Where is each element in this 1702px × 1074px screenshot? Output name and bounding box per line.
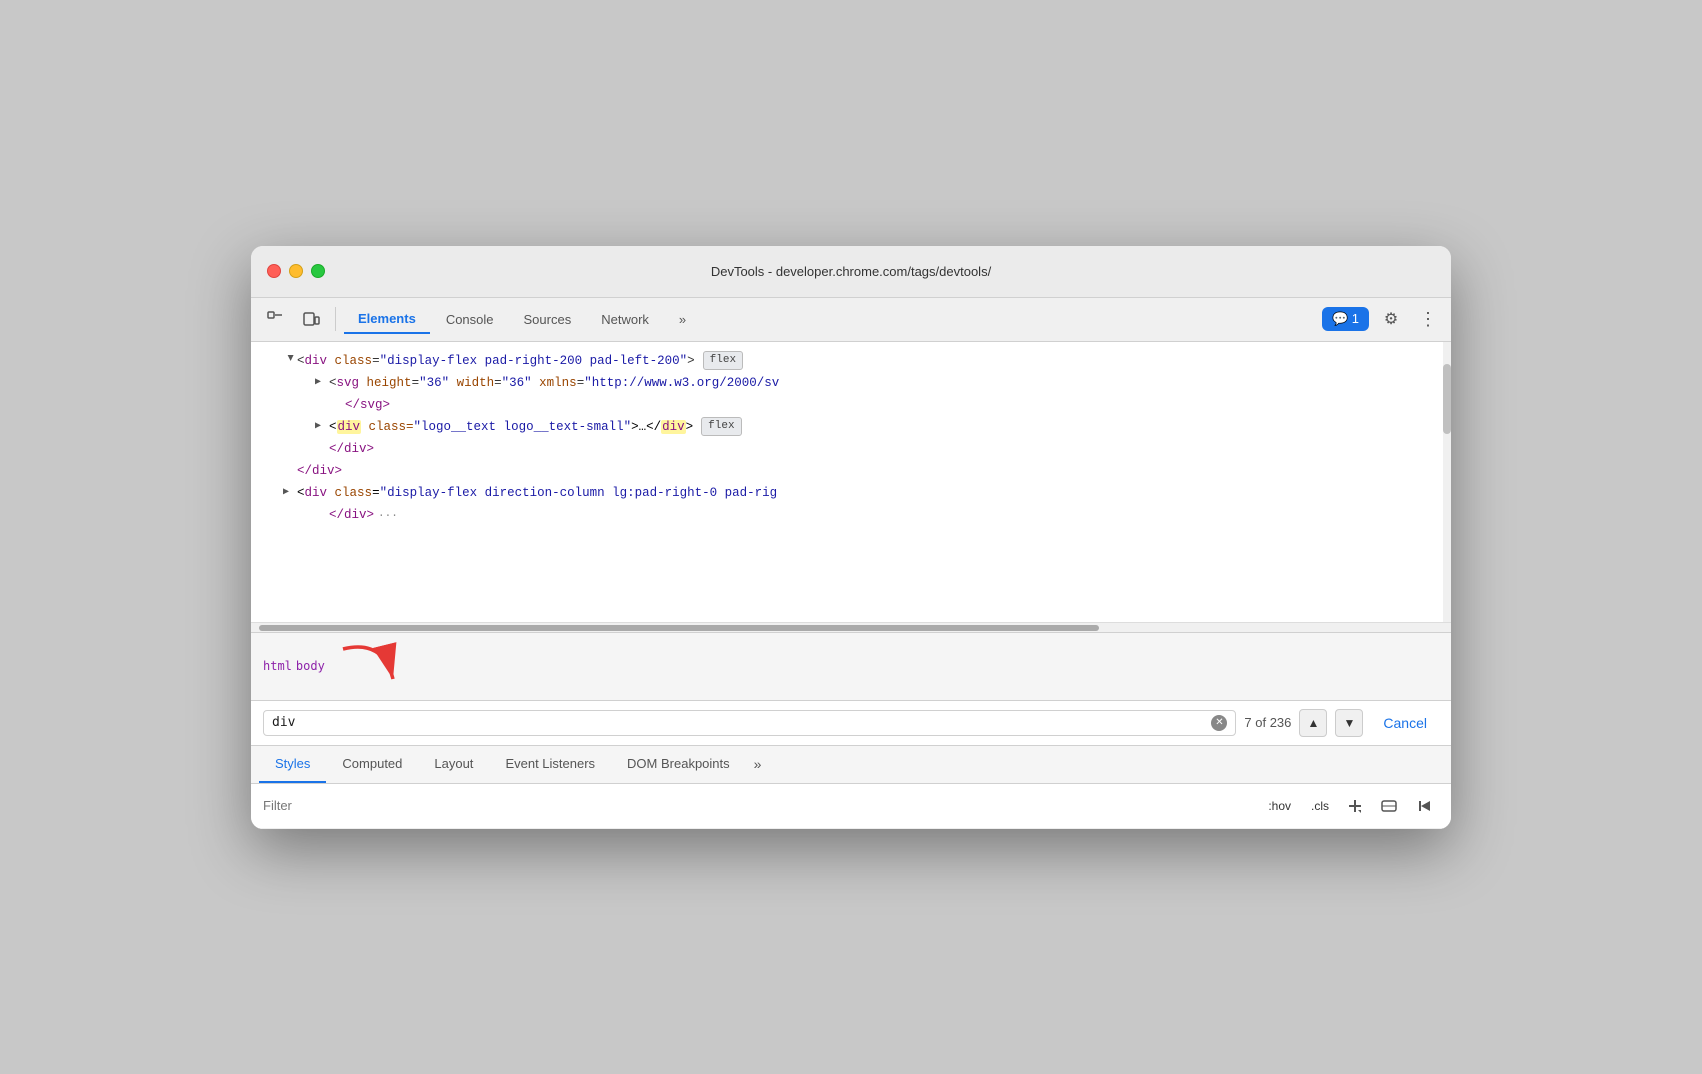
breadcrumb-bar: html body (251, 632, 1451, 701)
more-tabs-button[interactable]: » (746, 752, 770, 776)
close-button[interactable] (267, 264, 281, 278)
traffic-lights (267, 264, 325, 278)
tab-dom-breakpoints[interactable]: DOM Breakpoints (611, 746, 746, 783)
flex-badge: flex (701, 417, 741, 437)
inspect-element-button[interactable] (259, 303, 291, 335)
code-text: <div class="display-flex direction-colum… (297, 483, 777, 503)
search-current: 7 (1244, 715, 1251, 730)
breadcrumb-body[interactable]: body (296, 659, 325, 673)
bottom-panel-tabs: Styles Computed Layout Event Listeners D… (251, 746, 1451, 784)
elements-code-view[interactable]: ▶ <div class="display-flex pad-right-200… (251, 342, 1451, 622)
code-text: </div> (329, 505, 374, 525)
new-style-rule-button[interactable] (1411, 792, 1439, 820)
horizontal-scrollbar-track[interactable] (251, 622, 1451, 632)
title-bar: DevTools - developer.chrome.com/tags/dev… (251, 246, 1451, 298)
tab-console[interactable]: Console (432, 306, 508, 333)
html-line[interactable]: ▶ </div> ... (251, 504, 1451, 526)
devtools-window: DevTools - developer.chrome.com/tags/dev… (251, 246, 1451, 829)
search-count: 7 of 236 (1244, 715, 1291, 730)
triangle-icon: ▶ (315, 375, 327, 391)
tab-styles[interactable]: Styles (259, 746, 326, 783)
gear-icon: ⚙ (1384, 309, 1398, 329)
tab-network[interactable]: Network (587, 306, 663, 333)
plus-icon (1346, 797, 1364, 815)
filter-label: Filter (263, 798, 1254, 813)
code-text: <div class="logo__text logo__text-small"… (329, 417, 693, 437)
code-text: </div> (297, 461, 342, 481)
annotation-arrow (333, 639, 413, 694)
search-total: of 236 (1255, 715, 1291, 730)
ellipsis: ... (378, 506, 398, 524)
html-line[interactable]: ▶ <div class="logo__text logo__text-smal… (251, 416, 1451, 438)
tab-event-listeners[interactable]: Event Listeners (489, 746, 611, 783)
toggle-state-icon (1380, 797, 1398, 815)
devtools-toolbar: Elements Console Sources Network » 💬 1 ⚙… (251, 298, 1451, 342)
device-toggle-button[interactable] (295, 303, 327, 335)
html-line[interactable]: ▶ </div> (251, 460, 1451, 482)
add-style-rule-button[interactable] (1343, 794, 1367, 818)
code-text: <svg height="36" width="36" xmlns="http:… (329, 373, 779, 393)
window-title: DevTools - developer.chrome.com/tags/dev… (711, 264, 991, 279)
html-line[interactable]: ▶ <div class="display-flex direction-col… (251, 482, 1451, 504)
notifications-badge-button[interactable]: 💬 1 (1322, 307, 1369, 331)
toolbar-right: 💬 1 ⚙ ⋮ (1322, 303, 1443, 335)
html-line[interactable]: ▶ </div> (251, 438, 1451, 460)
search-next-button[interactable]: ▼ (1335, 709, 1363, 737)
horizontal-scrollbar-thumb[interactable] (259, 625, 1099, 631)
triangle-icon: ▶ (281, 355, 297, 367)
tab-layout[interactable]: Layout (418, 746, 489, 783)
arrow-left-icon (1416, 797, 1434, 815)
code-text: <div class="display-flex pad-right-200 p… (297, 351, 695, 371)
triangle-icon: ▶ (283, 485, 295, 501)
element-state-button[interactable] (1375, 792, 1403, 820)
hov-button[interactable]: :hov (1262, 797, 1297, 815)
search-prev-button[interactable]: ▲ (1299, 709, 1327, 737)
elements-panel: ▶ <div class="display-flex pad-right-200… (251, 342, 1451, 632)
html-line[interactable]: ▶ <svg height="36" width="36" xmlns="htt… (251, 372, 1451, 394)
search-input-wrapper[interactable]: ✕ (263, 710, 1236, 736)
flex-badge: flex (703, 351, 743, 371)
search-cancel-button[interactable]: Cancel (1371, 711, 1439, 735)
settings-button[interactable]: ⚙ (1375, 303, 1407, 335)
code-text: </svg> (345, 395, 390, 415)
code-text: </div> (329, 439, 374, 459)
search-bar: ✕ 7 of 236 ▲ ▼ Cancel (251, 701, 1451, 746)
filter-bar: Filter :hov .cls (251, 784, 1451, 829)
minimize-button[interactable] (289, 264, 303, 278)
html-line[interactable]: ▶ </svg> (251, 394, 1451, 416)
breadcrumb-html[interactable]: html (263, 659, 292, 673)
toolbar-divider (335, 307, 336, 331)
maximize-button[interactable] (311, 264, 325, 278)
tab-computed[interactable]: Computed (326, 746, 418, 783)
tab-navigation: Elements Console Sources Network » (344, 305, 1318, 334)
tab-elements[interactable]: Elements (344, 305, 430, 334)
filter-right-controls: :hov .cls (1262, 792, 1439, 820)
more-options-button[interactable]: ⋮ (1413, 305, 1443, 334)
tab-more[interactable]: » (665, 306, 700, 333)
triangle-icon: ▶ (315, 419, 327, 435)
vertical-scrollbar-track[interactable] (1443, 342, 1451, 622)
vertical-scrollbar-thumb[interactable] (1443, 364, 1451, 434)
tab-sources[interactable]: Sources (510, 306, 586, 333)
cls-button[interactable]: .cls (1305, 797, 1335, 815)
search-clear-button[interactable]: ✕ (1211, 715, 1227, 731)
html-line[interactable]: ▶ <div class="display-flex pad-right-200… (251, 350, 1451, 372)
search-input[interactable] (272, 715, 1205, 730)
